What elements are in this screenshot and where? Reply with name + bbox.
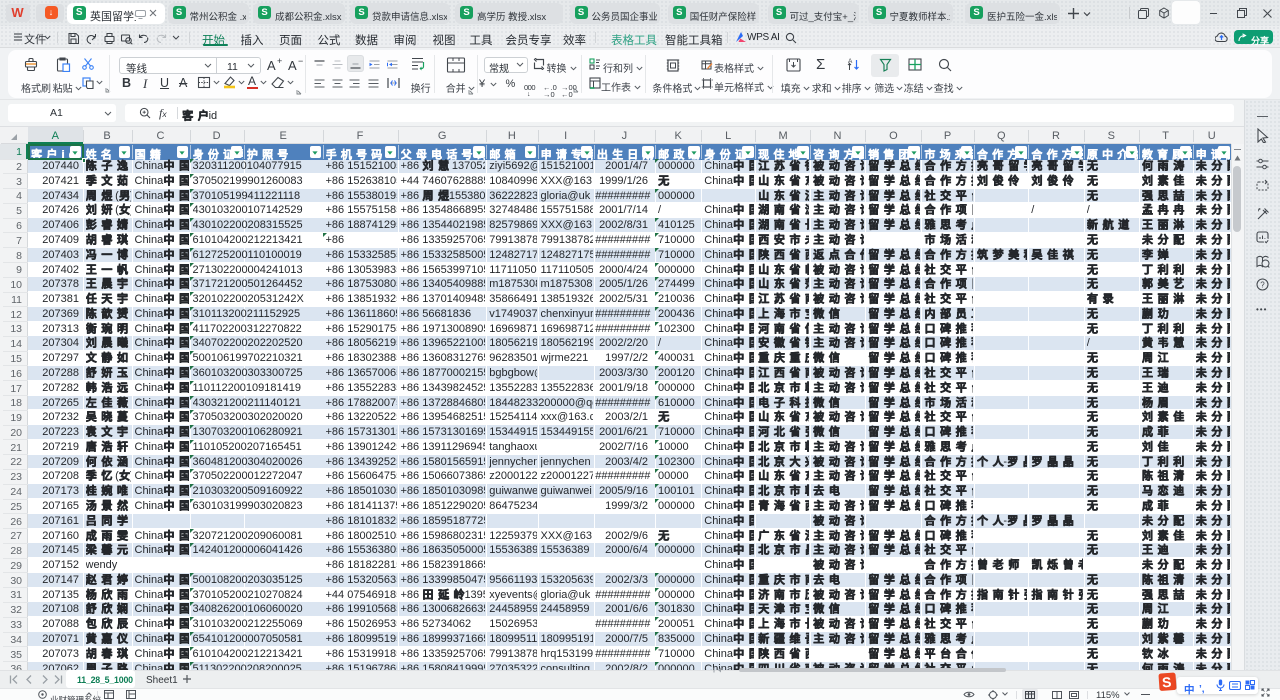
svg-text:A: A — [848, 58, 853, 65]
svg-text:?: ? — [1260, 280, 1265, 289]
svg-text:S: S — [1161, 674, 1171, 691]
